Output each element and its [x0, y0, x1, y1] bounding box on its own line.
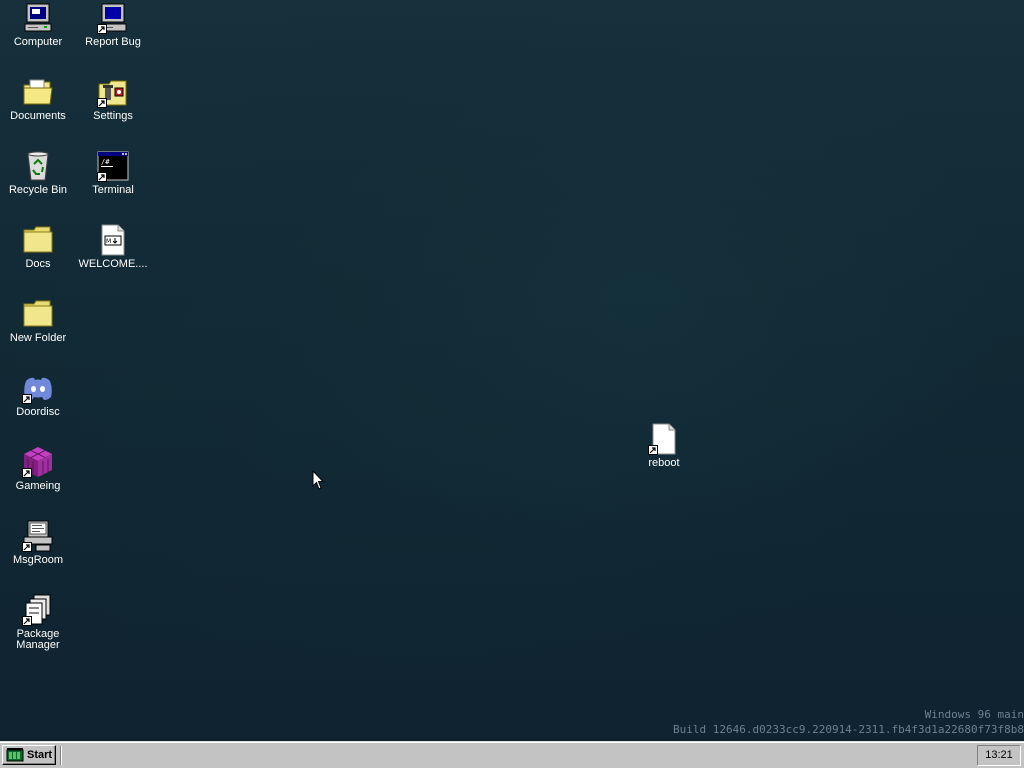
mouse-cursor-icon [312, 470, 325, 490]
computer-icon [22, 2, 54, 34]
watermark-os-name: Windows 96 main [924, 708, 1024, 721]
desktop-icon-label: MsgRoom [12, 554, 64, 566]
desktop-icon-msgroom[interactable]: MsgRoom [2, 520, 74, 566]
desktop-icon-doordisc[interactable]: Doordisc [2, 372, 74, 418]
desktop-icon-label: WELCOME.... [78, 258, 148, 270]
desktop-icon-reboot[interactable]: reboot [628, 423, 700, 469]
desktop-icon-computer[interactable]: Computer [2, 2, 74, 48]
desktop-icon-label: New Folder [9, 332, 67, 344]
doordisc-icon [22, 372, 54, 404]
desktop-icon-label: Settings [93, 110, 133, 122]
desktop-icon-gameing[interactable]: Gameing [2, 446, 74, 492]
shortcut-arrow-icon [22, 616, 32, 626]
start-label: Start [27, 749, 53, 761]
desktop[interactable]: Computer Report Bug Documents Settings R… [0, 0, 1024, 741]
shortcut-arrow-icon [97, 172, 107, 182]
taskbar: Start 13:21 [0, 741, 1024, 768]
shortcut-arrow-icon [22, 394, 32, 404]
desktop-icon-package-manager[interactable]: Package Manager [2, 594, 74, 651]
package-manager-icon [22, 594, 54, 626]
desktop-icon-label: Gameing [15, 480, 61, 492]
settings-icon [97, 76, 129, 108]
start-button[interactable]: Start [2, 745, 56, 765]
shortcut-arrow-icon [648, 445, 658, 455]
report-bug-icon [97, 2, 129, 34]
folder-icon [22, 298, 54, 330]
shortcut-arrow-icon [22, 468, 32, 478]
terminal-icon: /# [97, 150, 129, 182]
documents-folder-icon [22, 76, 54, 108]
desktop-icon-report-bug[interactable]: Report Bug [77, 2, 149, 48]
desktop-icon-label: Doordisc [16, 406, 60, 418]
desktop-icon-label: Report Bug [85, 36, 141, 48]
msgroom-icon [22, 520, 54, 552]
desktop-icon-terminal[interactable]: /# Terminal [77, 150, 149, 196]
folder-icon [22, 224, 54, 256]
shortcut-arrow-icon [97, 98, 107, 108]
markdown-file-icon: M [97, 224, 129, 256]
system-clock[interactable]: 13:21 [977, 745, 1021, 766]
shortcut-arrow-icon [97, 24, 107, 34]
desktop-icon-label: Computer [13, 36, 63, 48]
desktop-icon-label: Package Manager [16, 628, 60, 651]
desktop-icon-docs[interactable]: Docs [2, 224, 74, 270]
shortcut-arrow-icon [22, 542, 32, 552]
desktop-icon-label: Recycle Bin [8, 184, 68, 196]
svg-text:M: M [106, 238, 111, 245]
desktop-icon-label: Docs [25, 258, 51, 270]
desktop-icon-new-folder[interactable]: New Folder [2, 298, 74, 344]
desktop-icon-recycle-bin[interactable]: Recycle Bin [2, 150, 74, 196]
taskbar-divider [60, 746, 62, 765]
watermark-build-string: Build 12646.d0233cc9.220914-2311.fb4f3d1… [673, 723, 1024, 736]
desktop-icon-settings[interactable]: Settings [77, 76, 149, 122]
desktop-icon-documents[interactable]: Documents [2, 76, 74, 122]
build-watermark: Windows 96 main Build 12646.d0233cc9.220… [673, 707, 1024, 737]
desktop-icon-label: Documents [10, 110, 66, 122]
game-cube-icon [22, 446, 54, 478]
desktop-icon-label: Terminal [92, 184, 134, 196]
file-icon [648, 423, 680, 455]
start-logo-icon [6, 748, 24, 762]
desktop-icon-welcome[interactable]: M WELCOME.... [77, 224, 149, 270]
recycle-bin-icon [22, 150, 54, 182]
svg-text:/#: /# [101, 158, 110, 166]
desktop-icon-label: reboot [648, 457, 680, 469]
